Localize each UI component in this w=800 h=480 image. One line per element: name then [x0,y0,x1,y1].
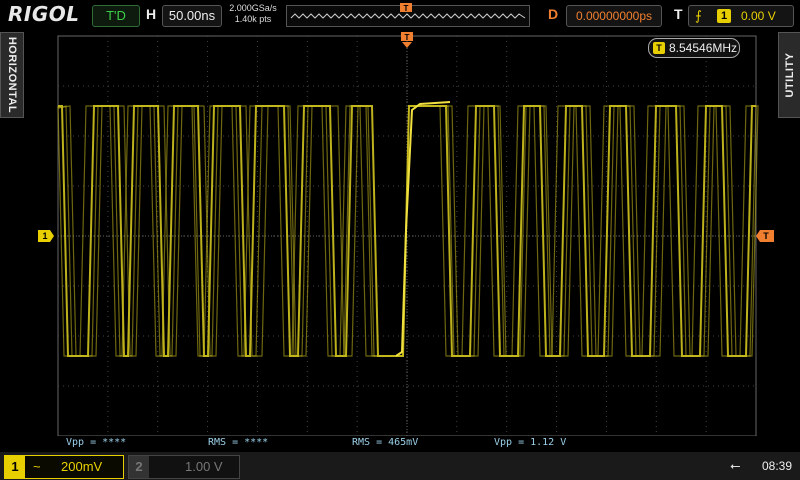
trigger-time-marker-label: T [405,33,410,42]
measurement-1[interactable]: Vpp = **** [66,437,126,448]
trigger-level-marker-label: T [763,231,769,241]
trigger-level: 0.00 V [741,9,776,23]
ch1-settings[interactable]: 1 ~ 200mV [4,455,124,479]
ch1-number: 1 [5,456,25,478]
top-bar: RIGOL T'D H 50.00ns 2.000GSa/s 1.40k pts… [0,0,800,30]
ch2-settings[interactable]: 2 1.00 V [128,455,240,479]
frequency-counter[interactable]: T 8.54546MHz [648,38,740,58]
system-clock: 08:39 [762,459,793,473]
bottom-bar: 1 ~ 200mV 2 1.00 V ⭠ 08:39 [0,452,800,480]
trigger-source: 1 [717,9,731,23]
ch1-marker-label: 1 [42,231,47,241]
trigger-time-marker[interactable]: T [401,32,413,48]
ch2-number: 2 [129,456,149,478]
measurement-3[interactable]: RMS = 465mV [352,437,418,448]
waveform-display[interactable]: 1 T T [0,30,800,436]
delay-label: D [548,6,559,22]
trigger-status-badge[interactable]: T'D [92,5,140,27]
ch1-scale: 200mV [61,459,103,474]
memory-depth: 1.40k pts [234,14,272,24]
rising-edge-icon: ⨍ [695,8,702,23]
trigger-label: T [674,6,683,22]
ch2-scale: 1.00 V [185,459,223,474]
rigol-logo: RIGOL [8,2,80,26]
trigger-position-marker[interactable]: T [400,3,412,15]
trigger-settings[interactable]: ⨍ 1 0.00 V [688,5,794,27]
frequency-value: 8.54546MHz [669,41,738,55]
sample-rate: 2.000GSa/s [229,3,277,13]
usb-icon: ⭠ [730,458,741,473]
timebase-value[interactable]: 50.00ns [162,5,222,27]
ch1-waveform [57,101,759,357]
ch1-trigger-edge [395,101,451,357]
acquisition-info: 2.000GSa/s 1.40k pts [226,3,280,25]
trigger-level-marker[interactable]: T [756,230,774,242]
ch1-ground-marker[interactable]: 1 [38,230,54,242]
trigger-position-label: T [404,4,409,13]
delay-value[interactable]: 0.00000000ps [566,5,662,27]
graticule [57,35,757,436]
measurement-4[interactable]: Vpp = 1.12 V [494,437,566,448]
measurement-bar: Vpp = **** RMS = **** RMS = 465mV Vpp = … [0,436,800,450]
frequency-source: T [653,42,665,54]
horizontal-label: H [146,6,157,22]
measurement-2[interactable]: RMS = **** [208,437,268,448]
ac-coupling-icon: ~ [33,459,41,474]
